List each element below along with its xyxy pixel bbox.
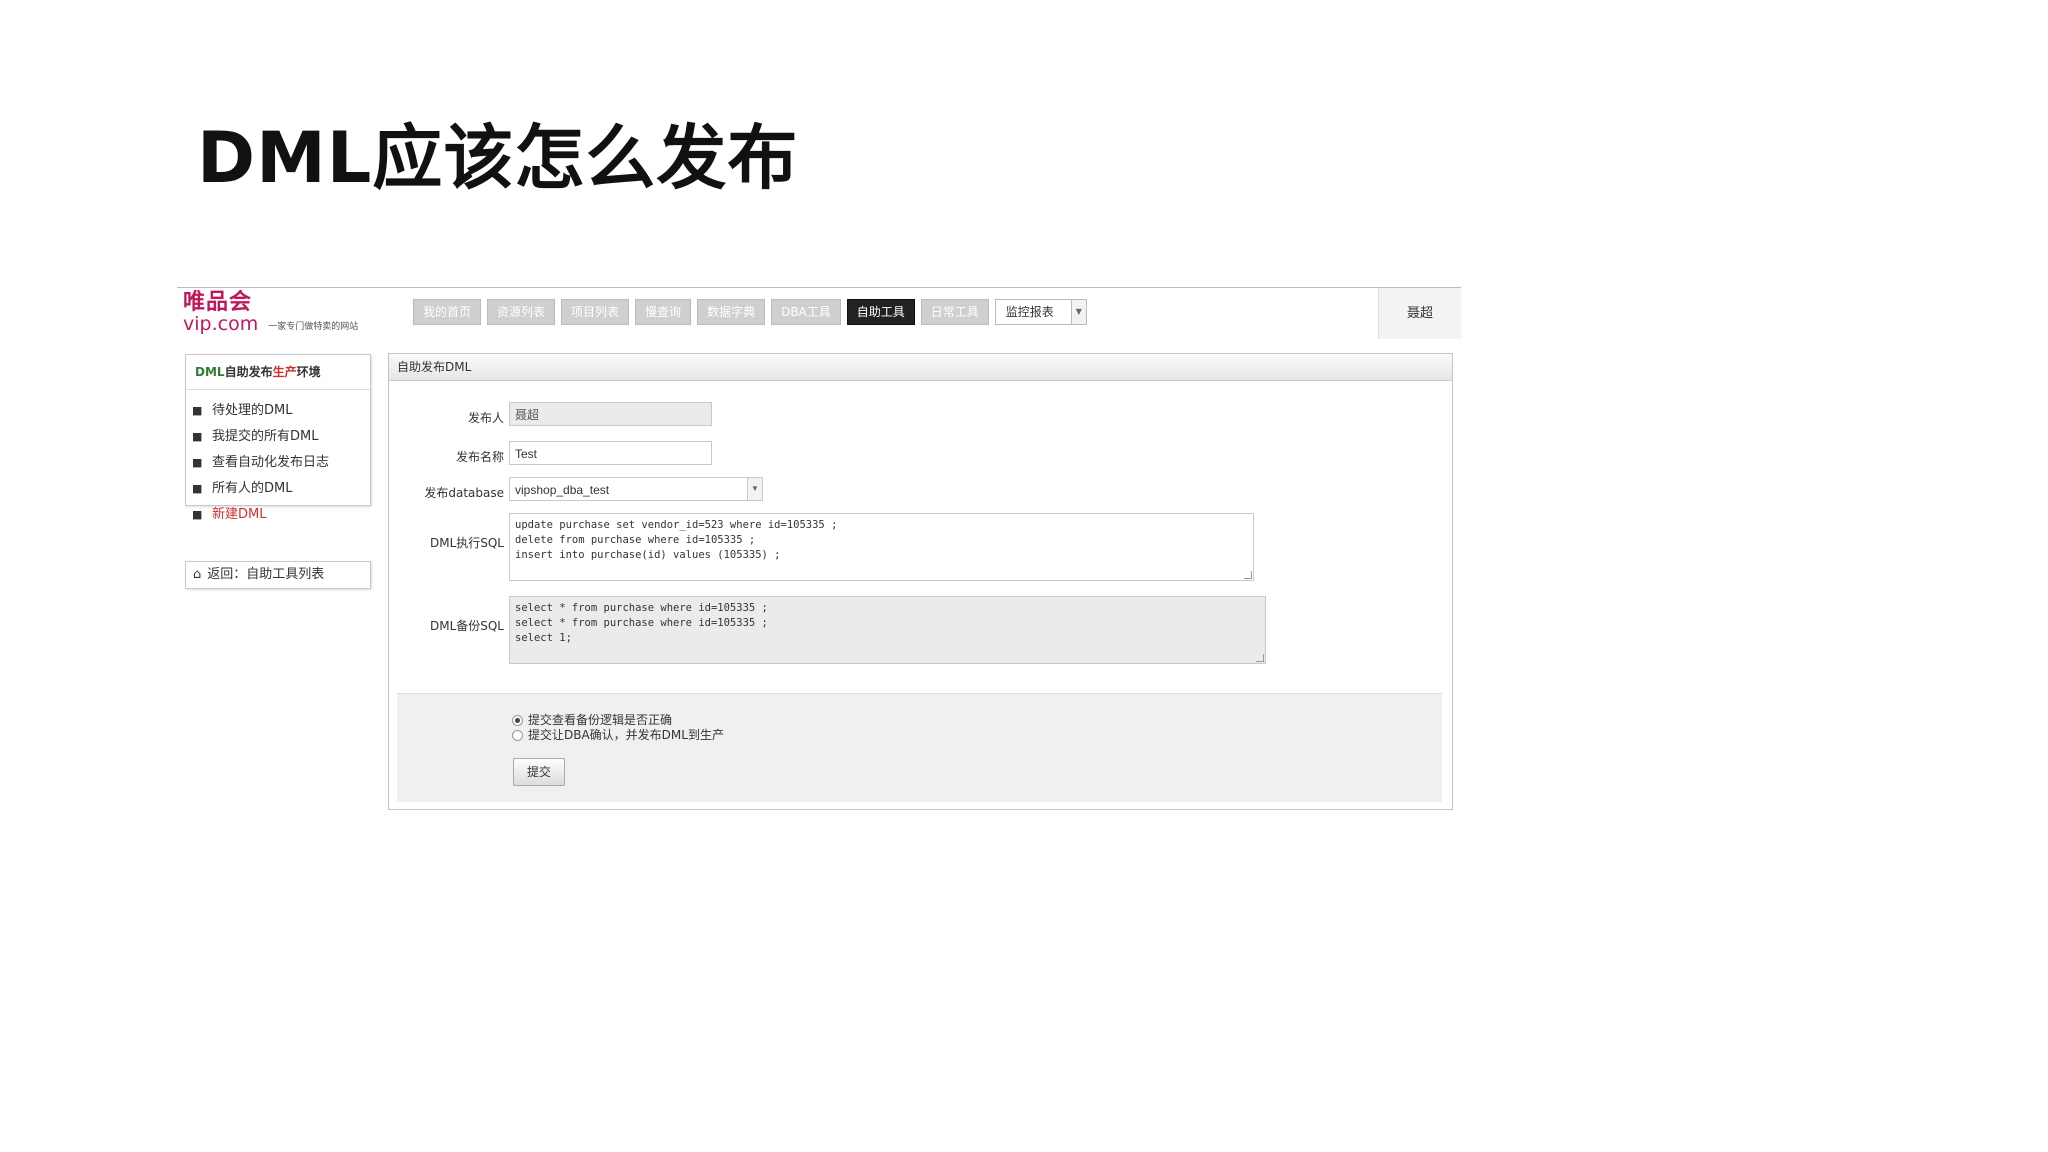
sidebar-item-label: 我提交的所有DML	[212, 429, 319, 444]
vip-logo[interactable]: 唯品会 vip.com 一家专门做特卖的网站	[183, 290, 359, 335]
nav-tab-dba-tools[interactable]: DBA工具	[771, 299, 841, 325]
panel-title: 自助发布DML	[389, 354, 1452, 381]
radio-button[interactable]	[512, 730, 523, 741]
exec-sql-label: DML执行SQL	[429, 536, 504, 550]
sidebar-title: DML自助发布生产环境	[186, 355, 370, 390]
radio-label: 提交查看备份逻辑是否正确	[528, 713, 673, 727]
sidebar-item-label: 新建DML	[212, 507, 267, 522]
folder-icon: ■	[192, 508, 203, 521]
sidebar-menu: DML自助发布生产环境 ■ 待处理的DML ■ 我提交的所有DML ■ 查看自动化发布…	[185, 354, 371, 522]
folder-icon: ■	[192, 430, 203, 443]
radio-button-selected[interactable]	[512, 715, 523, 726]
radio-check-backup[interactable]: 提交查看备份逻辑是否正确	[512, 713, 672, 728]
nav-tab-projects[interactable]: 项目列表	[561, 299, 630, 325]
slide-title: DML应该怎么发布	[197, 117, 799, 199]
radio-label: 提交让DBA确认，并发布DML到生产	[528, 728, 724, 742]
radio-dba-confirm[interactable]: 提交让DBA确认，并发布DML到生产	[512, 728, 724, 743]
sidebar-item-all-dml[interactable]: ■ 所有人的DML	[192, 476, 370, 502]
sidebar-item-label: 待处理的DML	[212, 403, 293, 418]
chevron-down-icon: ▼	[747, 478, 762, 500]
monitor-report-label: 监控报表	[1005, 305, 1054, 319]
sidebar-item-new-dml[interactable]: ■ 新建DML	[192, 502, 370, 528]
submit-area: 提交查看备份逻辑是否正确 提交让DBA确认，并发布DML到生产 提交	[397, 693, 1442, 802]
sidebar-title-prefix: DML	[195, 365, 225, 379]
sidebar-title-suffix: 环境	[296, 365, 321, 379]
nav-tab-data-dictionary[interactable]: 数据字典	[697, 299, 766, 325]
nav-tab-resources[interactable]: 资源列表	[487, 299, 556, 325]
database-select-value: vipshop_dba_test	[515, 483, 610, 497]
main-nav: 我的首页 资源列表 项目列表 慢查询 数据字典 DBA工具 自助工具 日常工具 监控报表 ▼	[413, 299, 1087, 325]
resize-handle-icon[interactable]	[1244, 571, 1252, 579]
home-icon: ⌂	[193, 567, 202, 582]
sidebar-item-publish-log[interactable]: ■ 查看自动化发布日志	[192, 450, 370, 476]
dml-form-panel: 自助发布DML 发布人 聂超 发布名称 Test 发布database vips…	[388, 353, 1453, 810]
monitor-report-dropdown[interactable]: 监控报表 ▼	[994, 299, 1087, 325]
sidebar-title-middle: 自助发布	[224, 365, 273, 379]
sidebar-list: ■ 待处理的DML ■ 我提交的所有DML ■ 查看自动化发布日志 ■ 所有人的DML …	[186, 390, 370, 528]
sidebar-item-label: 所有人的DML	[212, 481, 293, 496]
sidebar-item-my-dml[interactable]: ■ 我提交的所有DML	[192, 424, 370, 450]
database-label: 发布database	[424, 486, 504, 500]
backup-sql-text: select * from purchase where id=105335 ;…	[515, 602, 768, 644]
publisher-label: 发布人	[467, 411, 504, 425]
resize-handle-icon[interactable]	[1256, 654, 1264, 662]
chevron-down-icon: ▼	[1070, 300, 1086, 324]
app-screenshot: 唯品会 vip.com 一家专门做特卖的网站 我的首页 资源列表 项目列表 慢查询 数据…	[177, 287, 1461, 817]
folder-icon: ■	[192, 482, 203, 495]
submit-button[interactable]: 提交	[513, 758, 565, 786]
logo-chinese-text: 唯品会	[183, 290, 253, 315]
logo-slogan: 一家专门做特卖的网站	[268, 322, 359, 332]
sidebar-item-label: 查看自动化发布日志	[212, 455, 330, 470]
folder-icon: ■	[192, 456, 203, 469]
sidebar-item-pending-dml[interactable]: ■ 待处理的DML	[192, 398, 370, 424]
database-select[interactable]: vipshop_dba_test ▼	[509, 477, 763, 501]
nav-tab-home[interactable]: 我的首页	[413, 299, 482, 325]
nav-tab-self-service-tools[interactable]: 自助工具	[846, 299, 915, 325]
publish-name-label: 发布名称	[455, 450, 504, 464]
nav-tab-daily-tools[interactable]: 日常工具	[920, 299, 989, 325]
back-to-tools-link[interactable]: ⌂ 返回：自助工具列表	[185, 561, 371, 589]
user-name[interactable]: 聂超	[1378, 288, 1461, 339]
backup-sql-label: DML备份SQL	[429, 619, 504, 633]
exec-sql-textarea[interactable]: update purchase set vendor_id=523 where …	[509, 513, 1254, 581]
logo-english-text: vip.com	[183, 313, 259, 335]
nav-tab-slow-query[interactable]: 慢查询	[635, 299, 692, 325]
backup-sql-textarea[interactable]: select * from purchase where id=105335 ;…	[509, 596, 1266, 664]
top-navigation-bar: 唯品会 vip.com 一家专门做特卖的网站 我的首页 资源列表 项目列表 慢查询 数据…	[177, 287, 1461, 339]
sidebar-title-highlight: 生产	[272, 365, 297, 379]
publisher-field[interactable]: 聂超	[509, 402, 712, 426]
back-link-label: 返回：自助工具列表	[207, 567, 325, 582]
publish-name-input[interactable]: Test	[509, 441, 712, 465]
folder-icon: ■	[192, 404, 203, 417]
exec-sql-text: update purchase set vendor_id=523 where …	[515, 519, 838, 561]
